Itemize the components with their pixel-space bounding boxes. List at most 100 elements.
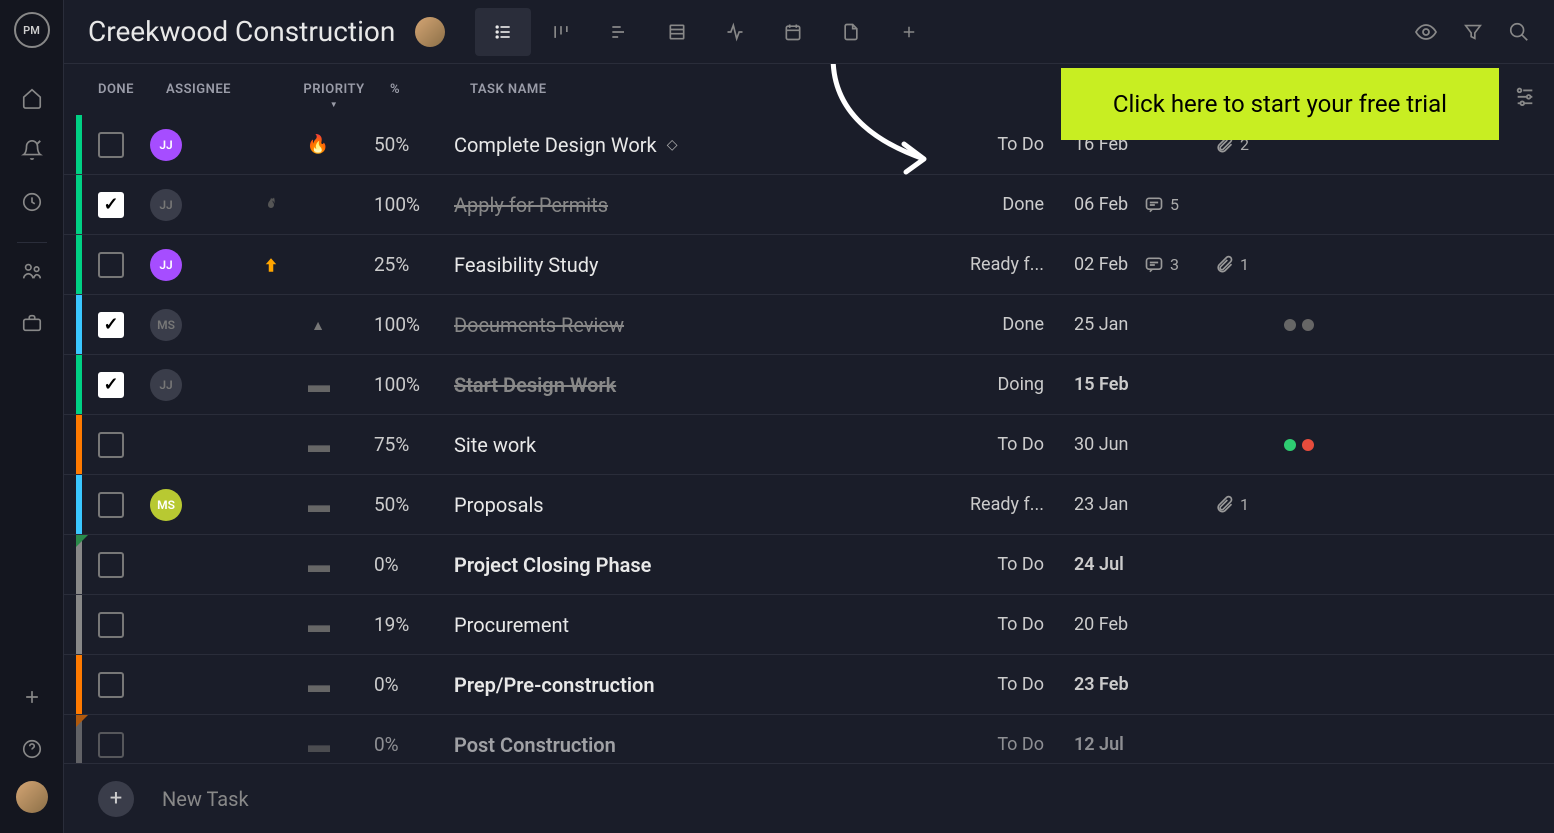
priority-cell[interactable]: ▬ (262, 492, 374, 518)
free-trial-banner[interactable]: Click here to start your free trial (1061, 68, 1499, 140)
date-cell[interactable]: 23 Jan (1074, 494, 1128, 515)
task-row[interactable]: ▬0%Post ConstructionTo Do12 Jul (64, 715, 1554, 763)
date-cell[interactable]: 30 Jun (1074, 434, 1129, 455)
task-row[interactable]: ▬0%Project Closing PhaseTo Do24 Jul (64, 535, 1554, 595)
priority-cell[interactable]: 🔥 (262, 134, 374, 155)
priority-cell[interactable]: ▬ (262, 372, 374, 398)
task-row[interactable]: JJ▬100%Start Design WorkDoing15 Feb (64, 355, 1554, 415)
task-name-cell[interactable]: Complete Design Work ◇ (454, 133, 934, 157)
comment-count[interactable]: 5 (1144, 195, 1214, 215)
status-cell[interactable]: To Do (997, 674, 1044, 695)
project-title[interactable]: Creekwood Construction (88, 15, 395, 48)
done-checkbox[interactable] (98, 732, 124, 758)
project-avatar[interactable] (415, 17, 445, 47)
task-name-cell[interactable]: Post Construction (454, 733, 934, 757)
done-checkbox[interactable] (98, 192, 124, 218)
done-checkbox[interactable] (98, 132, 124, 158)
logo[interactable]: PM (14, 12, 50, 48)
calendar-view-tab[interactable] (765, 8, 821, 56)
done-checkbox[interactable] (98, 252, 124, 278)
done-checkbox[interactable] (98, 492, 124, 518)
date-cell[interactable]: 06 Feb (1074, 194, 1128, 215)
column-settings-icon[interactable] (1514, 84, 1536, 106)
list-view-tab[interactable] (475, 8, 531, 56)
date-cell[interactable]: 02 Feb (1074, 254, 1128, 275)
task-row[interactable]: ▬19%ProcurementTo Do20 Feb (64, 595, 1554, 655)
status-cell[interactable]: Ready f... (970, 254, 1044, 275)
board-view-tab[interactable] (533, 8, 589, 56)
date-cell[interactable]: 15 Feb (1074, 374, 1129, 395)
help-icon[interactable] (12, 729, 52, 769)
assignee-avatar[interactable]: MS (150, 309, 182, 341)
task-row[interactable]: ▬0%Prep/Pre-constructionTo Do23 Feb (64, 655, 1554, 715)
priority-cell[interactable] (262, 255, 374, 275)
assignee-avatar[interactable]: JJ (150, 189, 182, 221)
priority-cell[interactable]: ▬ (262, 732, 374, 758)
done-checkbox[interactable] (98, 312, 124, 338)
add-task-button[interactable]: + (98, 781, 134, 817)
col-header-priority[interactable]: PRIORITY▼ (278, 82, 390, 97)
task-name-cell[interactable]: Documents Review (454, 313, 934, 337)
task-name-cell[interactable]: Proposals (454, 493, 934, 517)
status-cell[interactable]: To Do (997, 554, 1044, 575)
task-row[interactable]: MS▬50%ProposalsReady f...23 Jan1 (64, 475, 1554, 535)
col-header-name[interactable]: TASK NAME (470, 82, 950, 97)
priority-cell[interactable]: ▬ (262, 432, 374, 458)
plus-icon[interactable] (12, 677, 52, 717)
filter-icon[interactable] (1462, 21, 1484, 43)
done-checkbox[interactable] (98, 372, 124, 398)
priority-cell[interactable]: ▬ (262, 612, 374, 638)
col-header-assignee[interactable]: ASSIGNEE (166, 82, 278, 97)
task-row[interactable]: JJ25%Feasibility StudyReady f...02 Feb31 (64, 235, 1554, 295)
done-checkbox[interactable] (98, 672, 124, 698)
comment-count[interactable]: 3 (1144, 255, 1214, 275)
assignee-avatar[interactable]: JJ (150, 249, 182, 281)
attachment-count[interactable]: 1 (1214, 495, 1284, 515)
task-name-cell[interactable]: Start Design Work (454, 373, 934, 397)
done-checkbox[interactable] (98, 612, 124, 638)
status-cell[interactable]: To Do (997, 614, 1044, 635)
priority-cell[interactable]: ▬ (262, 672, 374, 698)
sheet-view-tab[interactable] (649, 8, 705, 56)
search-icon[interactable] (1508, 21, 1530, 43)
date-cell[interactable]: 24 Jul (1074, 554, 1124, 575)
task-name-cell[interactable]: Feasibility Study (454, 253, 934, 277)
assignee-avatar[interactable]: JJ (150, 369, 182, 401)
status-cell[interactable]: Doing (997, 374, 1044, 395)
assignee-avatar[interactable]: MS (150, 489, 182, 521)
done-checkbox[interactable] (98, 432, 124, 458)
briefcase-icon[interactable] (12, 303, 52, 343)
clock-icon[interactable] (12, 182, 52, 222)
priority-cell[interactable] (262, 196, 374, 214)
priority-cell[interactable]: ▲ (262, 315, 374, 334)
date-cell[interactable]: 23 Feb (1074, 674, 1129, 695)
task-name-cell[interactable]: Project Closing Phase (454, 553, 934, 577)
status-cell[interactable]: To Do (997, 134, 1044, 155)
status-cell[interactable]: To Do (997, 734, 1044, 755)
task-name-cell[interactable]: Site work (454, 433, 934, 457)
home-icon[interactable] (12, 78, 52, 118)
attachment-count[interactable]: 1 (1214, 255, 1284, 275)
task-name-cell[interactable]: Procurement (454, 613, 934, 637)
task-row[interactable]: JJ100%Apply for PermitsDone06 Feb5 (64, 175, 1554, 235)
new-task-bar[interactable]: + New Task (64, 763, 1554, 833)
date-cell[interactable]: 25 Jan (1074, 314, 1128, 335)
assignee-avatar[interactable]: JJ (150, 129, 182, 161)
date-cell[interactable]: 12 Jul (1074, 734, 1124, 755)
col-header-done[interactable]: DONE (98, 82, 166, 97)
people-icon[interactable] (12, 251, 52, 291)
task-name-cell[interactable]: Prep/Pre-construction (454, 673, 934, 697)
file-view-tab[interactable] (823, 8, 879, 56)
user-avatar[interactable] (16, 781, 48, 813)
activity-view-tab[interactable] (707, 8, 763, 56)
gantt-view-tab[interactable] (591, 8, 647, 56)
add-view-tab[interactable] (881, 8, 937, 56)
status-cell[interactable]: Done (1002, 314, 1044, 335)
done-checkbox[interactable] (98, 552, 124, 578)
status-cell[interactable]: To Do (997, 434, 1044, 455)
date-cell[interactable]: 20 Feb (1074, 614, 1128, 635)
task-row[interactable]: ▬75%Site workTo Do30 Jun (64, 415, 1554, 475)
status-cell[interactable]: Done (1002, 194, 1044, 215)
task-name-cell[interactable]: Apply for Permits (454, 193, 934, 217)
visibility-icon[interactable] (1414, 20, 1438, 44)
